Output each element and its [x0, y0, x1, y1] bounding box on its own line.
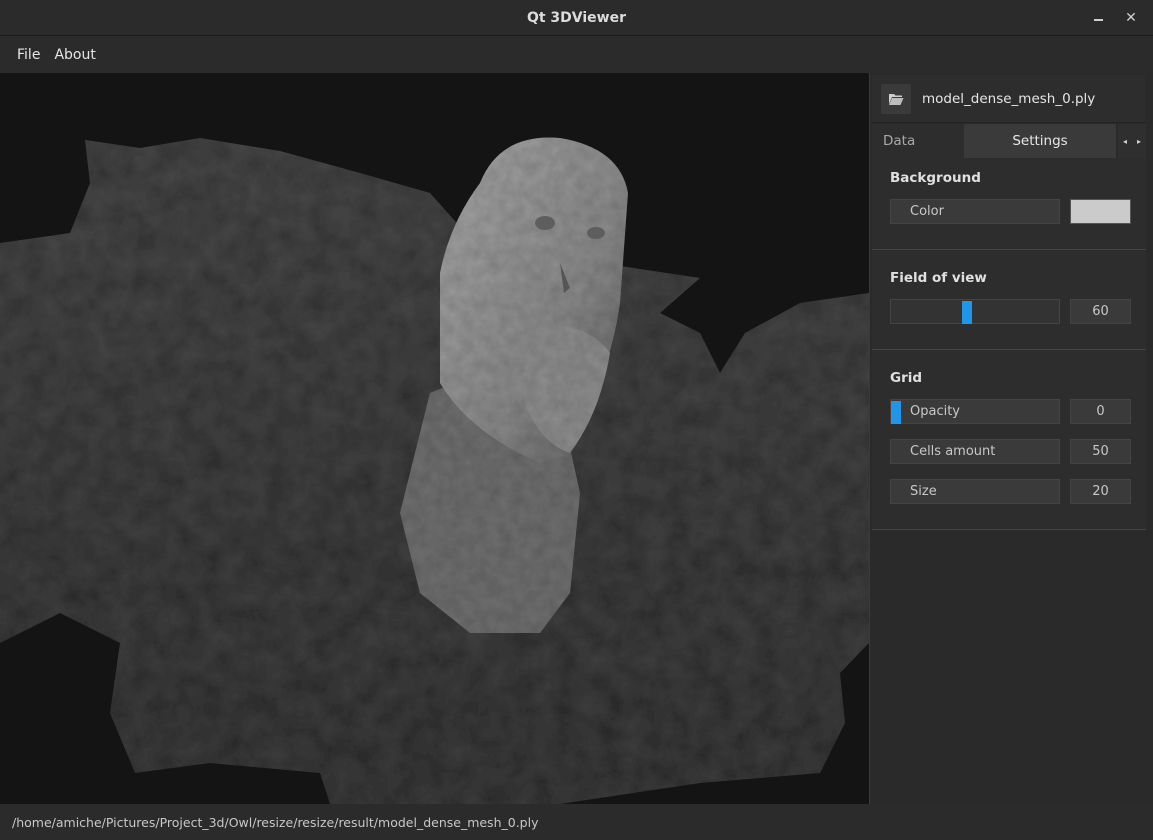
open-file-button[interactable] [881, 84, 911, 114]
menu-file[interactable]: File [10, 47, 47, 63]
fov-value[interactable]: 60 [1070, 299, 1131, 324]
grid-opacity-slider[interactable]: Opacity [890, 399, 1060, 424]
close-button[interactable]: ✕ [1121, 8, 1141, 28]
menu-about[interactable]: About [47, 47, 102, 63]
status-file-path: /home/amiche/Pictures/Project_3d/Owl/res… [12, 814, 539, 830]
grid-opacity-label: Opacity [910, 404, 961, 419]
fov-slider-handle[interactable] [962, 301, 972, 324]
grid-size-value[interactable]: 20 [1070, 479, 1131, 504]
chevron-left-icon: ◂ [1122, 136, 1127, 146]
grid-size-label: Size [890, 479, 1060, 504]
fov-group: Field of view 60 [872, 250, 1146, 350]
minimize-button[interactable] [1088, 8, 1108, 28]
tab-scroll-left-button[interactable]: ◂ [1118, 124, 1132, 158]
fov-title: Field of view [890, 270, 987, 286]
tab-bar: Data Settings ◂ ▸ [870, 124, 1153, 158]
window-title: Qt 3DViewer [526, 9, 627, 26]
tab-scroll-right-button[interactable]: ▸ [1132, 124, 1146, 158]
grid-cells-label: Cells amount [890, 439, 1060, 464]
grid-group: Grid Opacity 0 Cells amount 50 Size 20 [872, 350, 1146, 530]
settings-content: Background Color Field of view 60 Grid O… [872, 158, 1146, 530]
minimize-icon [1093, 19, 1103, 21]
grid-cells-value[interactable]: 50 [1070, 439, 1131, 464]
loaded-filename: model_dense_mesh_0.ply [922, 91, 1096, 107]
background-title: Background [890, 170, 981, 186]
window-titlebar[interactable]: Qt 3DViewer ✕ [0, 0, 1153, 36]
file-bar: model_dense_mesh_0.ply [872, 75, 1145, 123]
grid-title: Grid [890, 370, 923, 386]
fov-slider[interactable] [890, 299, 1060, 324]
tab-settings[interactable]: Settings [964, 124, 1116, 158]
background-group: Background Color [872, 158, 1146, 250]
background-color-swatch[interactable] [1070, 199, 1131, 224]
folder-open-icon [889, 94, 904, 105]
close-icon: ✕ [1125, 10, 1137, 26]
grid-opacity-value[interactable]: 0 [1070, 399, 1131, 424]
background-color-label: Color [890, 199, 1060, 224]
owl-mesh-render [0, 137, 869, 804]
3d-viewport[interactable] [0, 73, 869, 804]
menubar: File About [0, 36, 1153, 73]
grid-opacity-slider-handle[interactable] [891, 401, 901, 424]
status-bar: /home/amiche/Pictures/Project_3d/Owl/res… [0, 804, 1153, 840]
tab-data[interactable]: Data [872, 124, 964, 158]
settings-pane: model_dense_mesh_0.ply Data Settings ◂ ▸… [869, 73, 1153, 804]
chevron-right-icon: ▸ [1136, 136, 1141, 146]
